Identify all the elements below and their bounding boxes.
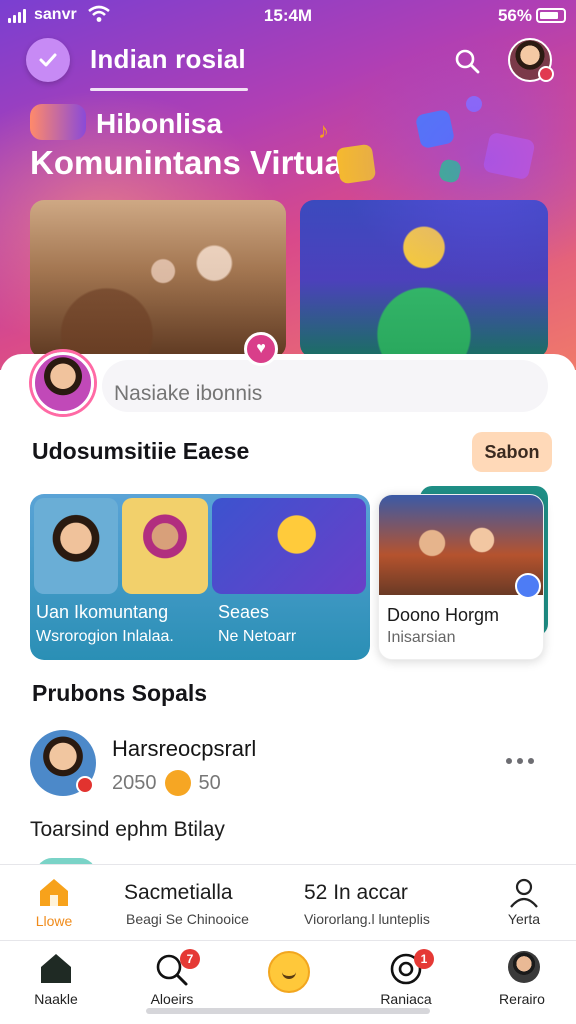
secondary-tab-bar: Llowe Sacmetialla Beagi Se Chinooice 52 …	[0, 864, 576, 940]
nav-search-label: Aloeirs	[150, 991, 194, 1007]
battery-percent: 56%	[497, 6, 532, 25]
subtab-social-label: Sacmetialla	[124, 881, 233, 904]
subtab-profile[interactable]: Yerta	[496, 865, 552, 941]
card-sub-right: Ne Netoarr	[218, 628, 297, 645]
home-icon	[40, 879, 68, 906]
post-composer-input[interactable]	[102, 360, 548, 412]
title-underline	[90, 88, 248, 91]
notification-dot	[538, 66, 554, 82]
card-badge-icon	[515, 573, 541, 599]
search-icon[interactable]	[452, 46, 482, 76]
hero-tag-pill	[30, 104, 86, 140]
more-options-icon[interactable]	[506, 756, 542, 766]
check-icon	[39, 53, 57, 67]
post-meta-coins: 50	[198, 771, 221, 794]
nav-search-badge: 7	[180, 949, 200, 969]
smiley-icon	[268, 951, 310, 993]
nav-notifications-badge: 1	[414, 949, 434, 969]
status-time: 15:4M	[263, 6, 313, 25]
floating-chat-icon	[414, 108, 456, 150]
floating-play-icon	[462, 92, 486, 116]
nav-avatar	[508, 951, 540, 983]
nav-home[interactable]: Naakle	[16, 941, 96, 1024]
home-filled-icon	[41, 954, 71, 983]
home-indicator	[146, 1008, 430, 1014]
floating-game-icon	[482, 131, 536, 181]
live-badge-icon	[76, 776, 94, 794]
tile-game-party	[212, 498, 366, 594]
post-author-name[interactable]: Harsreocpsrarl	[112, 736, 256, 762]
nav-profile[interactable]: Rerairo	[482, 941, 562, 1024]
tile-phone-user	[34, 498, 118, 594]
nav-notifications-label: Raniaca	[380, 991, 432, 1007]
hero-image-gaming[interactable]	[300, 200, 548, 358]
subtab-home-label: Llowe	[35, 913, 73, 929]
tile-dancer	[122, 498, 208, 594]
card-title-right: Seaes	[218, 602, 270, 622]
nav-profile-label: Rerairo	[499, 991, 545, 1007]
subtab-activity[interactable]: 52 In accar Viororlang.l lunteplis	[304, 865, 464, 941]
top-app-bar: Indian rosial	[0, 36, 576, 92]
communities-section-title: Udosumsitiie Eaese	[32, 438, 250, 464]
music-note-icon: ♪	[318, 118, 329, 143]
post-author-avatar[interactable]	[30, 730, 96, 796]
nav-home-label: Naakle	[34, 991, 78, 1007]
subtab-activity-label: 52 In accar	[304, 881, 408, 904]
floating-note-icon	[437, 157, 463, 185]
card-name: Doono Horgm	[387, 605, 500, 625]
subtab-profile-label: Yerta	[507, 911, 541, 927]
hero-banner: sanvr 15:4M 56% Indian rosial Hibonlisa …	[0, 0, 576, 370]
post-meta-count: 2050	[112, 771, 157, 794]
community-card-featured[interactable]: Uan Ikomuntang Wsrorogion Inlalaa. Seaes…	[30, 494, 370, 660]
card-sub-left: Wsrorogion Inlalaa.	[36, 628, 174, 645]
coin-icon	[164, 770, 191, 796]
subtab-home[interactable]: Llowe	[24, 865, 84, 941]
community-card-secondary[interactable]: Doono Horgm Inisarsian	[378, 494, 544, 660]
subtab-activity-sub: Viororlang.l lunteplis	[304, 911, 430, 927]
post-text: Toarsind ephm Btilay	[30, 818, 225, 841]
composer-avatar[interactable]	[32, 352, 94, 414]
card-sub: Inisarsian	[387, 629, 456, 646]
status-bar: sanvr 15:4M 56%	[0, 0, 576, 32]
card-title-left: Uan Ikomuntang	[36, 602, 169, 622]
hero-subtitle: Hibonlisa	[96, 108, 223, 139]
hero-title: Komunintans Virtual	[30, 144, 353, 181]
battery-icon	[536, 8, 566, 23]
subtab-social[interactable]: Sacmetialla Beagi Se Chinooice	[124, 865, 264, 941]
person-icon	[510, 878, 538, 908]
app-title: Indian rosial	[90, 44, 246, 74]
post-meta: 2050 50	[112, 770, 221, 796]
app-logo[interactable]	[26, 38, 70, 82]
floating-music-icon	[335, 143, 377, 185]
hero-badge-icon[interactable]: ♥	[244, 332, 278, 366]
profile-avatar[interactable]	[508, 38, 554, 82]
subtab-social-sub: Beagi Se Chinooice	[126, 911, 249, 927]
posts-section-title: Prubons Sopals	[32, 680, 208, 706]
communities-cta-button[interactable]: Sabon	[472, 432, 552, 472]
hero-image-cafe[interactable]	[30, 200, 286, 358]
